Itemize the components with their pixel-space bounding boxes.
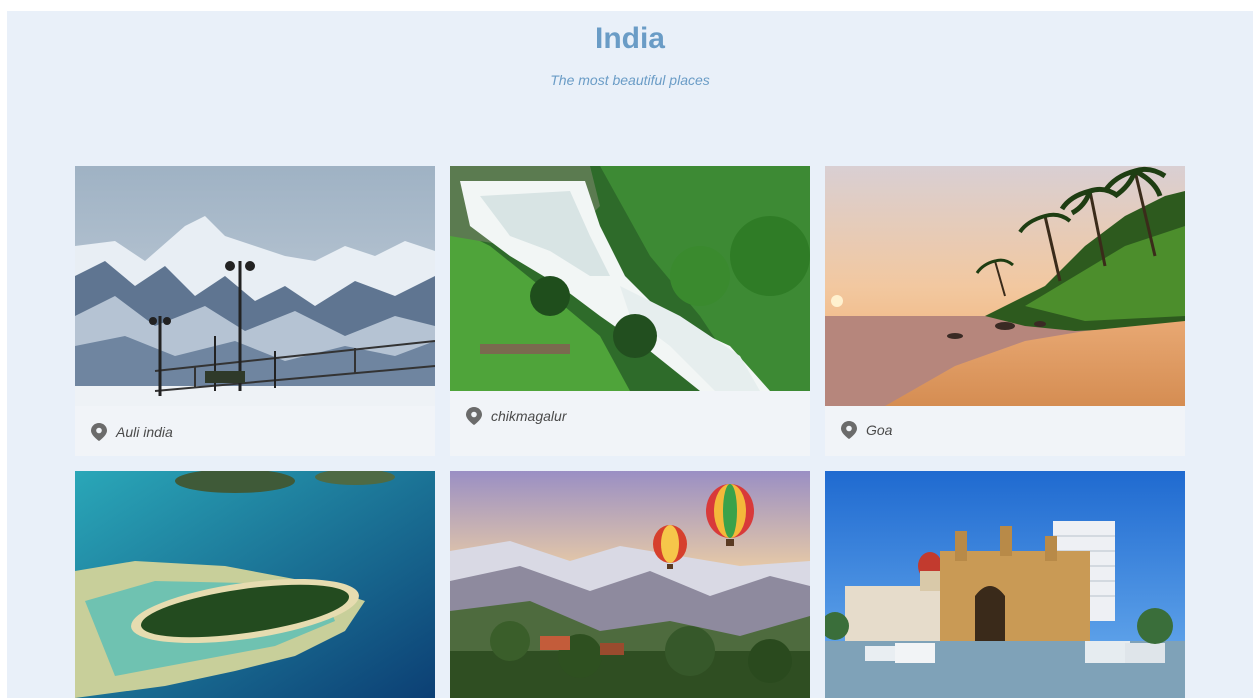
place-card-goa[interactable]: Goa	[825, 166, 1185, 456]
place-card-gateway[interactable]	[825, 471, 1185, 698]
map-pin-icon	[91, 423, 107, 441]
page-title: India	[594, 22, 665, 55]
snowy-mountains-photo[interactable]	[75, 166, 435, 406]
place-name: Goa	[866, 422, 893, 438]
page-subtitle: The most beautiful places	[550, 72, 710, 88]
place-caption: Goa	[825, 406, 1185, 454]
place-card-auli[interactable]: Auli india	[75, 166, 435, 456]
place-name: chikmagalur	[491, 408, 567, 424]
place-caption: Auli india	[75, 408, 435, 456]
place-card-balloons[interactable]	[450, 471, 810, 698]
hot-air-balloons-photo[interactable]	[450, 471, 810, 698]
place-card-island[interactable]	[75, 471, 435, 698]
map-pin-icon	[841, 421, 857, 439]
island-aerial-photo[interactable]	[75, 471, 435, 698]
gateway-of-india-photo[interactable]	[825, 471, 1185, 698]
place-name: Auli india	[116, 424, 173, 440]
beach-sunset-photo[interactable]	[825, 166, 1185, 406]
place-caption: chikmagalur	[450, 392, 810, 440]
map-pin-icon	[466, 407, 482, 425]
place-card-chikmagalur[interactable]: chikmagalur	[450, 166, 810, 456]
waterfall-photo[interactable]	[450, 166, 810, 391]
page: India The most beautiful places Auli ind…	[7, 11, 1253, 698]
